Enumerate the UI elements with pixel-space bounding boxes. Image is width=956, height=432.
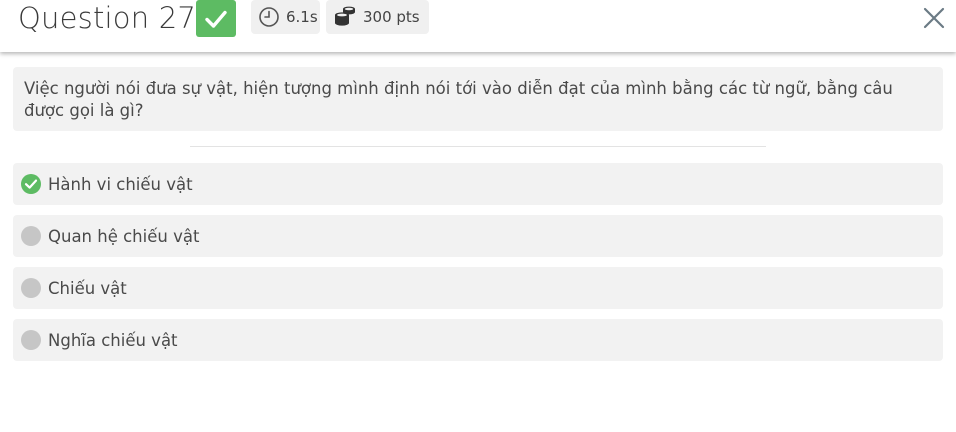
option-label: Nghĩa chiếu vật [48, 330, 178, 350]
coins-icon [333, 6, 357, 28]
close-button[interactable] [920, 4, 948, 32]
answer-option[interactable]: Quan hệ chiếu vật [13, 215, 943, 257]
time-chip: 6.1s [251, 0, 320, 34]
check-icon [205, 10, 227, 28]
answer-option-correct[interactable]: Hành vi chiếu vật [13, 163, 943, 205]
divider [190, 146, 766, 147]
unselected-circle-icon [21, 330, 41, 350]
answer-option[interactable]: Chiếu vật [13, 267, 943, 309]
points-chip: 300 pts [326, 0, 429, 34]
question-header: Question 27 6.1s 300 pts [0, 0, 956, 52]
correct-status-badge [196, 0, 236, 37]
clock-icon [258, 6, 280, 28]
option-label: Hành vi chiếu vật [48, 174, 193, 194]
answer-option[interactable]: Nghĩa chiếu vật [13, 319, 943, 361]
correct-check-icon [21, 174, 41, 194]
option-label: Chiếu vật [48, 278, 127, 298]
question-title: Question 27 [18, 1, 197, 35]
unselected-circle-icon [21, 278, 41, 298]
close-icon [923, 7, 945, 29]
question-text: Việc người nói đưa sự vật, hiện tượng mì… [13, 67, 943, 131]
points-value: 300 pts [363, 8, 420, 26]
option-label: Quan hệ chiếu vật [48, 226, 200, 246]
unselected-circle-icon [21, 226, 41, 246]
time-value: 6.1s [286, 8, 318, 26]
